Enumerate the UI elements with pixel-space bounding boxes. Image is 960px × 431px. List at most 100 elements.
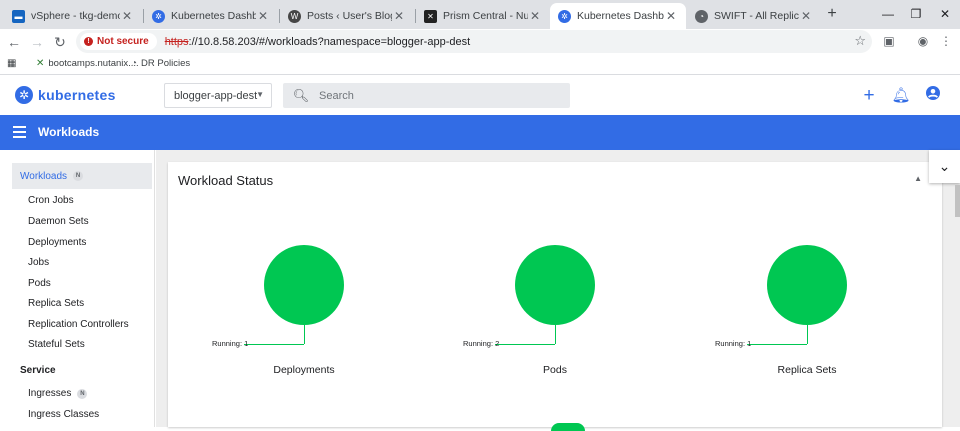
sidebar-item-daemon-sets[interactable]: Daemon Sets (28, 216, 89, 227)
close-icon[interactable]: ✕ (799, 9, 813, 23)
stat-name-label: Replica Sets (777, 364, 837, 376)
profile-icon[interactable]: ◉ (914, 32, 932, 50)
hamburger-menu-icon[interactable] (13, 126, 27, 138)
page-scrollbar-thumb[interactable] (955, 185, 960, 217)
sidebar-item-label: Daemon Sets (28, 216, 89, 227)
namespace-selector[interactable]: blogger-app-dest ▼ (164, 83, 272, 108)
browser-tab-kubernetes[interactable]: ✲ Kubernetes Dashboard ✕ (144, 3, 278, 29)
sidebar-item-label: Pods (28, 278, 51, 289)
bookmark-dr-policies[interactable]: ◔ DR Policies (131, 58, 190, 69)
sidebar-item-label: Ingresses (28, 388, 72, 399)
stat-name-label: Deployments (273, 364, 335, 376)
browser-menu-icon[interactable]: ⋮ (937, 32, 955, 50)
bookmark-bootcamps[interactable]: ✕ bootcamps.nutanix.... (36, 58, 139, 69)
bookmark-star-icon[interactable]: ☆ (854, 33, 866, 49)
leader-line (304, 325, 305, 344)
tab-title: SWIFT - All Replications (714, 10, 799, 22)
running-count-label: Running: 1 (715, 339, 752, 348)
leader-line (244, 344, 304, 345)
browser-tab-strip: ▬ vSphere - tkg-demo-cluste ✕ ✲ Kubernet… (0, 0, 960, 29)
browser-tab-nutanix[interactable]: ✕ Prism Central - Nutanix ✕ (416, 3, 550, 29)
sidebar-item-label: Deployments (28, 237, 87, 248)
namespace-value: blogger-app-dest (174, 89, 258, 102)
sidebar-item-replication-controllers[interactable]: Replication Controllers (28, 319, 129, 330)
status-pie-deployments[interactable] (264, 245, 344, 325)
wordpress-icon: W (288, 9, 301, 23)
account-circle-svg (926, 86, 940, 100)
sidebar-section-service[interactable]: Service (20, 365, 56, 376)
window-close-icon[interactable]: ✕ (930, 4, 960, 24)
leader-line (495, 344, 555, 345)
kubernetes-logo-icon[interactable]: ✲ (15, 86, 33, 104)
browser-tab-kubernetes-active[interactable]: ✲ Kubernetes Dashboard ✕ (550, 3, 686, 29)
collapse-caret-up-icon[interactable]: ▲ (914, 174, 922, 183)
close-icon[interactable]: ✕ (120, 9, 134, 23)
url-scheme: https (164, 35, 189, 48)
close-icon[interactable]: ✕ (392, 9, 406, 23)
account-icon[interactable] (923, 86, 943, 106)
notifications-bell-icon[interactable]: 🔔︎ (891, 86, 911, 106)
running-count-label: Running: 1 (212, 339, 249, 348)
namespaced-badge: N (73, 171, 84, 181)
sidebar-item-ingresses[interactable]: Ingresses N (28, 388, 88, 399)
sidebar-item-label: Ingress Classes (28, 409, 100, 420)
close-icon[interactable]: ✕ (256, 9, 270, 23)
sidebar-item-workloads[interactable]: Workloads N (12, 163, 152, 189)
tab-title: Kubernetes Dashboard (577, 10, 664, 22)
kubernetes-icon: ✲ (558, 9, 571, 23)
sidebar-item-ingress-classes[interactable]: Ingress Classes (28, 409, 99, 420)
namespaced-badge: N (77, 388, 88, 399)
reload-icon[interactable]: ↻ (50, 32, 70, 52)
minimize-icon[interactable]: — (873, 4, 903, 24)
sidebar-item-replica-sets[interactable]: Replica Sets (28, 298, 84, 309)
status-pie-next-row[interactable] (551, 423, 585, 431)
sidebar-item-stateful-sets[interactable]: Stateful Sets (28, 339, 85, 350)
swift-icon: ◔ (131, 58, 138, 69)
close-icon[interactable]: ✕ (528, 9, 542, 23)
running-count-label: Running: 2 (463, 339, 500, 348)
status-pie-pods[interactable] (515, 245, 595, 325)
sidebar-item-pods[interactable]: Pods (28, 278, 51, 289)
caret-down-icon: ▼ (256, 90, 264, 99)
sidebar-item-label: Stateful Sets (28, 339, 85, 350)
brand-name[interactable]: kubernetes (38, 87, 116, 103)
address-bar[interactable]: ! Not secure https ://10.8.58.203/#/work… (76, 30, 872, 53)
new-tab-button[interactable]: + (823, 5, 841, 23)
main-content: Workload Status ▲ Running: 1 Deployments… (156, 150, 960, 431)
card-title: Workload Status (178, 173, 274, 188)
back-arrow-icon[interactable]: ← (4, 32, 24, 52)
url-text: ://10.8.58.203/#/workloads?namespace=blo… (188, 35, 471, 48)
dashboard-header: ✲ kubernetes blogger-app-dest ▼ 🔍︎ + 🔔︎ (0, 76, 960, 115)
tab-title: Posts ‹ User's Blog! — Word (307, 10, 392, 22)
status-pie-replica-sets[interactable] (767, 245, 847, 325)
tab-title: Prism Central - Nutanix (443, 10, 528, 22)
sidebar-item-deployments[interactable]: Deployments (28, 237, 86, 248)
nutanix-icon: ✕ (424, 9, 437, 23)
browser-tab-wordpress[interactable]: W Posts ‹ User's Blog! — Word ✕ (280, 3, 414, 29)
sidebar-item-label: Cron Jobs (28, 195, 74, 206)
browser-tab-swift[interactable]: ◔ SWIFT - All Replications ✕ (687, 3, 821, 29)
kubernetes-icon: ✲ (152, 9, 165, 23)
restore-icon[interactable]: ❐ (901, 4, 931, 24)
title-bar: Workloads (0, 115, 960, 150)
leader-line (555, 325, 556, 344)
apps-grid-icon[interactable]: ▦ (7, 58, 16, 69)
sidebar-item-jobs[interactable]: Jobs (28, 257, 49, 268)
leader-line (807, 325, 808, 344)
security-label: Not secure (97, 36, 149, 47)
close-icon[interactable]: ✕ (664, 9, 678, 23)
sidepanel-icon[interactable]: ▣ (880, 32, 898, 50)
vsphere-icon: ▬ (12, 9, 25, 23)
sidebar-item-label: Replication Controllers (28, 319, 129, 330)
search-input[interactable] (319, 89, 559, 102)
search-bar[interactable]: 🔍︎ (283, 83, 570, 108)
create-plus-button[interactable]: + (859, 86, 879, 106)
sidebar-item-cron-jobs[interactable]: Cron Jobs (28, 195, 74, 206)
scroll-down-chevron-icon[interactable]: ⌄ (929, 150, 960, 183)
browser-toolbar: ← → ↻ ! Not secure https ://10.8.58.203/… (0, 29, 960, 54)
leader-line (747, 344, 807, 345)
forward-arrow-icon[interactable]: → (27, 32, 47, 52)
sidebar-item-label: Replica Sets (28, 298, 85, 309)
security-indicator[interactable]: ! Not secure (80, 33, 157, 50)
browser-tab-vsphere[interactable]: ▬ vSphere - tkg-demo-cluste ✕ (4, 3, 142, 29)
